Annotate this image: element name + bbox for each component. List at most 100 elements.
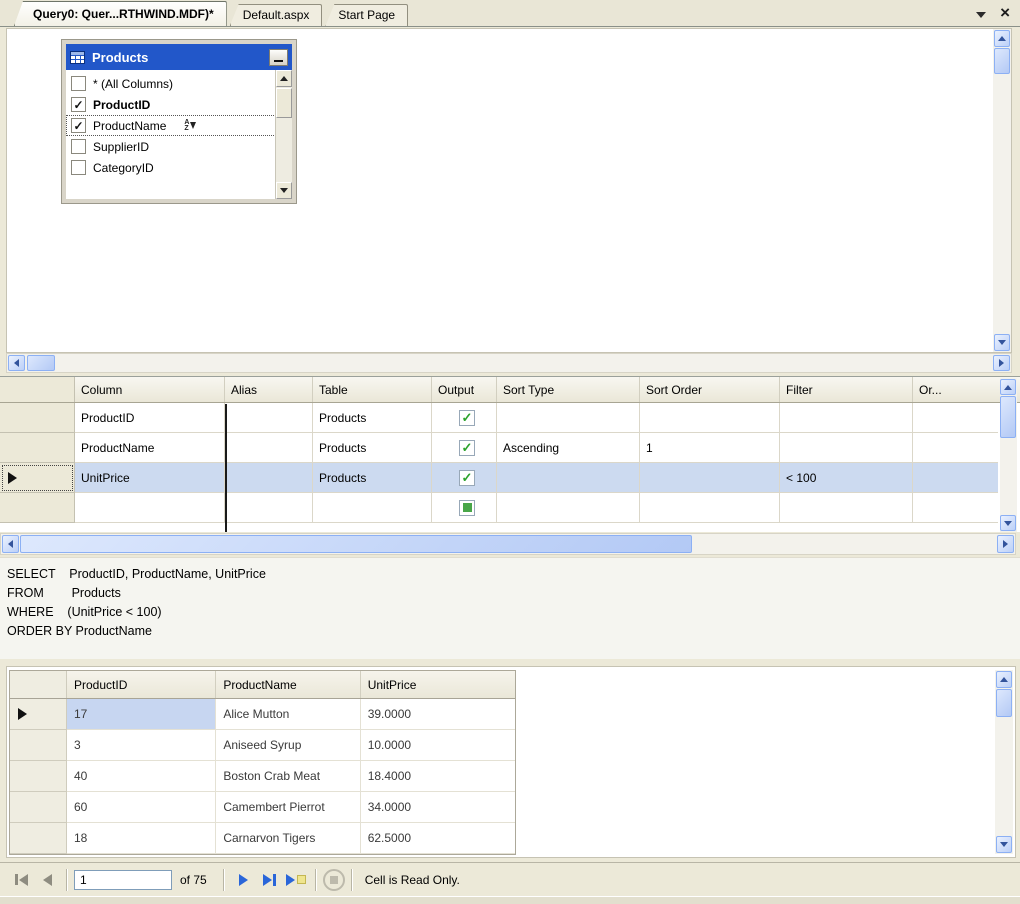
field-row-productname[interactable]: ✓ ProductName AZ — [66, 115, 292, 136]
cell-productid[interactable]: 60 — [67, 792, 217, 823]
output-checkbox-checked-icon[interactable]: ✓ — [459, 439, 475, 456]
cell-output[interactable]: ✓ — [432, 433, 497, 463]
cell-alias[interactable] — [225, 493, 313, 523]
cell-or[interactable] — [913, 463, 998, 493]
header-table[interactable]: Table — [313, 377, 432, 402]
checkbox-unchecked-icon[interactable] — [71, 139, 86, 154]
checkbox-unchecked-icon[interactable] — [71, 76, 86, 91]
header-productname[interactable]: ProductName — [216, 671, 361, 698]
cell-table[interactable]: Products — [313, 403, 432, 433]
header-productid[interactable]: ProductID — [67, 671, 217, 698]
field-row-productid[interactable]: ✓ ProductID — [66, 94, 292, 115]
scroll-up-icon[interactable] — [1000, 379, 1016, 395]
scrollbar-thumb[interactable] — [27, 355, 55, 371]
cell-sort-type[interactable] — [497, 463, 640, 493]
tab-start-page[interactable]: Start Page — [325, 4, 409, 26]
header-sort-type[interactable]: Sort Type — [497, 377, 640, 402]
checkbox-checked-icon[interactable]: ✓ — [71, 118, 86, 133]
tab-default-aspx[interactable]: Default.aspx — [229, 4, 323, 26]
previous-record-button[interactable] — [34, 869, 60, 891]
row-selector[interactable] — [0, 403, 75, 433]
cell-or[interactable] — [913, 403, 998, 433]
cell-sort-order[interactable]: 1 — [640, 433, 780, 463]
row-selector[interactable] — [0, 493, 75, 523]
products-window-titlebar[interactable]: Products — [66, 44, 292, 70]
cell-table[interactable]: Products — [313, 433, 432, 463]
sql-editor-pane[interactable]: SELECT ProductID, ProductName, UnitPrice… — [0, 557, 1020, 659]
scroll-right-icon[interactable] — [993, 355, 1010, 371]
scroll-left-icon[interactable] — [8, 355, 25, 371]
close-document-icon[interactable]: × — [1000, 4, 1010, 21]
cell-table[interactable] — [313, 493, 432, 523]
diagram-horizontal-scrollbar[interactable] — [6, 353, 1012, 373]
cell-filter[interactable] — [780, 403, 913, 433]
field-row-supplierid[interactable]: SupplierID — [66, 136, 292, 157]
cell-productid[interactable]: 3 — [67, 730, 217, 761]
cell-column[interactable] — [75, 493, 225, 523]
cell-productid[interactable]: 18 — [67, 823, 217, 854]
minimize-button[interactable] — [269, 48, 288, 66]
diagram-vertical-scrollbar[interactable] — [993, 29, 1011, 352]
criteria-vertical-scrollbar[interactable] — [1000, 378, 1017, 532]
cell-column[interactable]: UnitPrice — [75, 463, 225, 493]
cell-filter[interactable] — [780, 493, 913, 523]
next-record-button[interactable] — [231, 869, 257, 891]
header-sort-order[interactable]: Sort Order — [640, 377, 780, 402]
cell-sort-type[interactable] — [497, 493, 640, 523]
field-row-categoryid[interactable]: CategoryID — [66, 157, 292, 178]
header-column[interactable]: Column — [75, 377, 225, 402]
cell-table[interactable]: Products — [313, 463, 432, 493]
last-record-button[interactable] — [257, 869, 283, 891]
checkbox-unchecked-icon[interactable] — [71, 160, 86, 175]
header-or[interactable]: Or... — [913, 377, 998, 402]
current-record-input[interactable] — [74, 869, 172, 890]
cell-productname[interactable]: Camembert Pierrot — [216, 792, 361, 823]
cell-productname[interactable]: Boston Crab Meat — [216, 761, 361, 792]
cell-unitprice[interactable]: 18.4000 — [360, 761, 515, 792]
tab-list-dropdown-icon[interactable] — [976, 12, 987, 18]
scroll-up-icon[interactable] — [994, 30, 1010, 47]
cell-or[interactable] — [913, 433, 998, 463]
cell-filter[interactable]: < 100 — [780, 463, 913, 493]
tab-query0[interactable]: Query0: Quer...RTHWIND.MDF)* — [14, 1, 227, 26]
scroll-down-icon[interactable] — [996, 836, 1012, 853]
scroll-down-icon[interactable] — [994, 334, 1010, 351]
cell-sort-type[interactable]: Ascending — [497, 433, 640, 463]
cell-alias[interactable] — [225, 433, 313, 463]
field-row-all-columns[interactable]: * (All Columns) — [66, 73, 292, 94]
scrollbar-thumb[interactable] — [1000, 396, 1016, 438]
header-output[interactable]: Output — [432, 377, 497, 402]
row-selector[interactable] — [0, 433, 75, 463]
cell-productname[interactable]: Aniseed Syrup — [216, 730, 361, 761]
scrollbar-thumb[interactable] — [994, 48, 1010, 74]
checkbox-checked-icon[interactable]: ✓ — [71, 97, 86, 112]
scrollbar-thumb[interactable] — [20, 535, 692, 553]
cell-sort-order[interactable] — [640, 493, 780, 523]
cell-productname[interactable]: Alice Mutton — [216, 699, 361, 730]
field-list-scrollbar[interactable] — [275, 70, 292, 199]
row-selector[interactable] — [10, 730, 67, 761]
cell-sort-order[interactable] — [640, 463, 780, 493]
stop-button[interactable] — [322, 868, 345, 891]
cell-column[interactable]: ProductName — [75, 433, 225, 463]
scrollbar-thumb[interactable] — [996, 689, 1012, 717]
cell-unitprice[interactable]: 39.0000 — [360, 699, 515, 730]
output-checkbox-checked-icon[interactable]: ✓ — [459, 409, 475, 426]
row-selector[interactable] — [10, 761, 67, 792]
cell-filter[interactable] — [780, 433, 913, 463]
cell-alias[interactable] — [225, 463, 313, 493]
row-selector[interactable] — [10, 792, 67, 823]
row-selector-current[interactable] — [0, 463, 75, 493]
cell-productname[interactable]: Carnarvon Tigers — [216, 823, 361, 854]
cell-productid[interactable]: 17 — [67, 699, 217, 730]
cell-unitprice[interactable]: 10.0000 — [360, 730, 515, 761]
scroll-right-icon[interactable] — [997, 535, 1014, 553]
output-checkbox-indeterminate-icon[interactable] — [459, 499, 475, 516]
header-alias[interactable]: Alias — [225, 377, 313, 402]
cell-column[interactable]: ProductID — [75, 403, 225, 433]
results-vertical-scrollbar[interactable] — [995, 670, 1013, 854]
scroll-down-icon[interactable] — [276, 182, 292, 199]
criteria-horizontal-scrollbar[interactable] — [0, 533, 1016, 555]
header-unitprice[interactable]: UnitPrice — [361, 671, 515, 698]
scroll-down-icon[interactable] — [1000, 515, 1016, 531]
